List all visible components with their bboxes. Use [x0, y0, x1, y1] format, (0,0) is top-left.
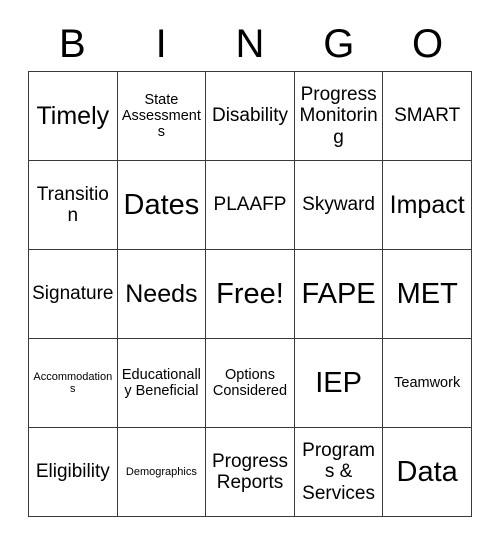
bingo-cell-label: Accommodations [33, 370, 113, 395]
bingo-cell-label: Eligibility [35, 461, 110, 483]
bingo-cell-label: Options Considered [212, 366, 288, 399]
bingo-cell[interactable]: FAPE [294, 250, 384, 339]
bingo-cell-label: Educationally Beneficial [121, 366, 201, 399]
bingo-cell[interactable]: Disability [206, 72, 295, 161]
bingo-cell-label: Dates [123, 188, 200, 221]
bingo-cell-label: Impact [389, 191, 465, 219]
bingo-cell[interactable]: Dates [117, 161, 207, 250]
bingo-cell[interactable]: Eligibility [29, 428, 118, 517]
bingo-cell[interactable]: Skyward [294, 161, 384, 250]
bingo-cell[interactable]: SMART [383, 72, 472, 161]
bingo-cell-label: Signature [32, 283, 114, 305]
bingo-cell-label: Programs & Services [302, 440, 375, 504]
bingo-cell[interactable]: Options Considered [206, 339, 295, 428]
bingo-cell-label: SMART [394, 105, 461, 127]
bingo-cell[interactable]: Progress Monitoring [294, 72, 384, 161]
bingo-row: Signature Needs Free! FAPE MET [29, 250, 472, 339]
bingo-cell[interactable]: Teamwork [383, 339, 472, 428]
bingo-cell-label: IEP [315, 366, 362, 399]
bingo-free-space[interactable]: Free! [206, 250, 295, 339]
bingo-cell-label: Disability [211, 105, 288, 127]
bingo-cell-label: Needs [125, 280, 198, 308]
bingo-row: Accommodations Educationally Beneficial … [29, 339, 472, 428]
bingo-cell-label: Transition [36, 183, 109, 226]
bingo-header-letter-b: B [59, 22, 86, 66]
bingo-cell-label: FAPE [301, 277, 376, 310]
bingo-row: Eligibility Demographics Progress Report… [29, 428, 472, 517]
bingo-header-letter-i: I [155, 22, 167, 66]
bingo-cell-label: Progress Reports [211, 450, 288, 493]
bingo-cell-label: Progress Monitoring [299, 84, 378, 148]
bingo-cell[interactable]: Signature [29, 250, 118, 339]
bingo-row: Transition Dates PLAAFP Skyward Impact [29, 161, 472, 250]
bingo-cell[interactable]: PLAAFP [206, 161, 295, 250]
bingo-cell-label: Timely [36, 102, 110, 130]
bingo-cell[interactable]: IEP [294, 339, 384, 428]
bingo-card: B I N G O Timely State Assessments Disab… [0, 0, 500, 544]
bingo-cell-label: Teamwork [394, 374, 461, 391]
bingo-cell[interactable]: Impact [383, 161, 472, 250]
bingo-free-space-label: Free! [216, 277, 284, 310]
bingo-cell[interactable]: Demographics [117, 428, 207, 517]
bingo-row: Timely State Assessments Disability Prog… [29, 72, 472, 161]
bingo-cell-label: MET [396, 277, 458, 310]
bingo-cell[interactable]: Needs [117, 250, 207, 339]
bingo-header-letter-g: G [323, 22, 355, 66]
bingo-cell-label: PLAAFP [213, 194, 287, 216]
bingo-cell[interactable]: Accommodations [29, 339, 118, 428]
bingo-cell[interactable]: Educationally Beneficial [117, 339, 207, 428]
bingo-cell[interactable]: Timely [29, 72, 118, 161]
bingo-grid: Timely State Assessments Disability Prog… [28, 71, 472, 517]
bingo-cell[interactable]: MET [383, 250, 472, 339]
bingo-cell-label: Data [396, 455, 458, 488]
bingo-cell[interactable]: Programs & Services [294, 428, 384, 517]
bingo-header-letter-o: O [412, 22, 444, 66]
bingo-cell[interactable]: State Assessments [117, 72, 207, 161]
bingo-header-row: B I N G O [28, 18, 472, 70]
bingo-cell-label: Demographics [125, 465, 197, 478]
bingo-cell-label: State Assessments [121, 91, 201, 141]
bingo-cell-label: Skyward [302, 194, 375, 216]
bingo-cell[interactable]: Transition [29, 161, 118, 250]
bingo-cell[interactable]: Progress Reports [206, 428, 295, 517]
bingo-header-letter-n: N [235, 22, 265, 66]
bingo-cell[interactable]: Data [383, 428, 472, 517]
